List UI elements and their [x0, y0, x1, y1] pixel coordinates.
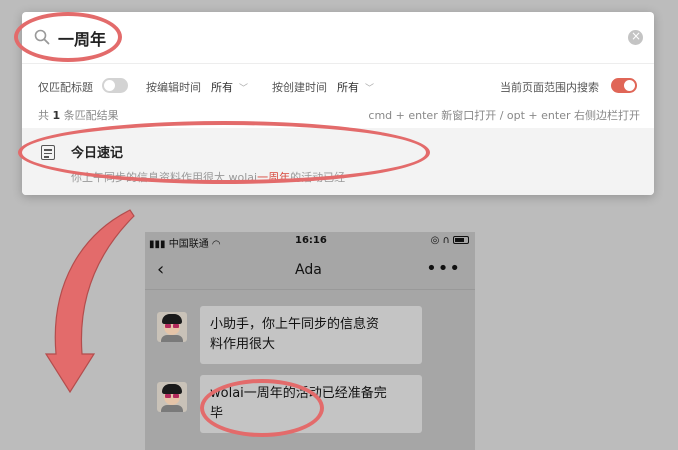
edit-time-value: 所有 — [211, 81, 233, 94]
curved-arrow-icon — [44, 209, 135, 394]
phone-chat-screen: ▮▮▮ 中国联通 ◠ 16:16 ◎ ∩ ‹ Ada ••• 小助手，你上午同步… — [145, 232, 475, 450]
status-time: 16:16 — [295, 235, 327, 246]
carrier: ▮▮▮ 中国联通 ◠ — [149, 239, 221, 250]
more-icon[interactable]: ••• — [426, 258, 461, 279]
scope-label: 当前页面范围内搜索 — [500, 81, 599, 94]
shortcut-hint: cmd + enter 新窗口打开 / opt + enter 右侧边栏打开 — [368, 109, 640, 122]
filter-row: 仅匹配标题 按编辑时间 所有 ﹀ 按创建时间 所有 ﹀ 当前页面范围内搜索 — [22, 75, 654, 97]
message-line: 毕 — [210, 406, 224, 421]
wifi-icon: ◠ — [211, 239, 221, 250]
status-icons: ◎ ∩ — [431, 235, 469, 246]
create-time-value: 所有 — [337, 81, 359, 94]
result-title: 今日速记 — [71, 146, 124, 161]
title-only-toggle[interactable] — [102, 78, 128, 93]
chevron-down-icon: ﹀ — [365, 84, 375, 94]
message-bubble[interactable]: 小助手，你上午同步的信息资 料作用很大 — [200, 306, 422, 364]
search-bar[interactable]: 一周年 × — [22, 12, 654, 64]
snippet-highlight: 一周年 — [257, 171, 291, 184]
signal-icon: ▮▮▮ — [149, 239, 166, 250]
chevron-down-icon: ﹀ — [239, 84, 249, 94]
search-icon — [34, 29, 50, 45]
message-line: 料作用很大 — [210, 337, 276, 352]
battery-icon — [453, 236, 469, 244]
chat-title: Ada — [295, 262, 322, 278]
message-line: wolai一周年的活动已经准备完 — [210, 386, 387, 401]
create-time-label: 按创建时间 — [272, 81, 327, 94]
message-line: 小助手，你上午同步的信息资 — [210, 317, 380, 332]
headphone-icon: ∩ — [442, 235, 450, 246]
document-icon — [41, 145, 55, 160]
title-only-label: 仅匹配标题 — [38, 81, 93, 94]
results-meta: 共 1 条匹配结果 cmd + enter 新窗口打开 / opt + ente… — [22, 106, 654, 122]
message-bubble[interactable]: wolai一周年的活动已经准备完 毕 — [200, 375, 422, 433]
result-snippet: 你上午同步的信息资料作用很大 wolai一周年的活动已经 — [71, 171, 346, 184]
search-input[interactable]: 一周年 — [58, 26, 106, 50]
edit-time-dropdown[interactable]: 所有 ﹀ — [211, 79, 248, 95]
avatar[interactable] — [157, 312, 187, 342]
result-count: 共 1 条匹配结果 — [38, 109, 119, 122]
create-time-dropdown[interactable]: 所有 ﹀ — [337, 79, 374, 95]
close-icon[interactable]: × — [628, 29, 643, 45]
avatar[interactable] — [157, 382, 187, 412]
edit-time-label: 按编辑时间 — [146, 81, 201, 94]
search-result-item[interactable]: 今日速记 你上午同步的信息资料作用很大 wolai一周年的活动已经 — [22, 128, 654, 195]
scope-toggle[interactable] — [611, 78, 637, 93]
search-panel: 一周年 × 仅匹配标题 按编辑时间 所有 ﹀ 按创建时间 所有 ﹀ 当前页面范围内搜… — [22, 12, 654, 195]
chat-header: ‹ Ada ••• — [145, 250, 475, 290]
status-bar: ▮▮▮ 中国联通 ◠ 16:16 ◎ ∩ — [145, 232, 475, 250]
chevron-left-icon[interactable]: ‹ — [157, 259, 164, 280]
location-icon: ◎ — [430, 235, 440, 246]
